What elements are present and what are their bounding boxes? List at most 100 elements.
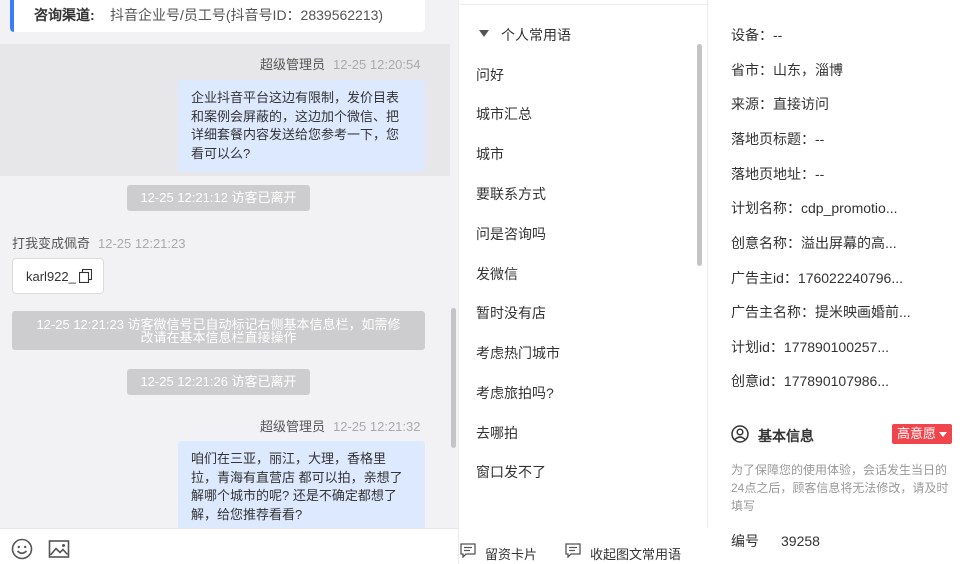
phrase-item[interactable]: 窗口发不了 bbox=[476, 462, 546, 482]
message-line: 和案例会屏蔽的，这边加个微信、把 bbox=[191, 108, 400, 124]
intent-tag-dropdown[interactable]: 高意愿 bbox=[892, 424, 953, 444]
info-value: 176022240796... bbox=[797, 270, 904, 286]
common-phrases-panel: 个人常用语 问好 城市汇总 城市 要联系方式 问是咨询吗 发微信 暂时没有店 考… bbox=[458, 0, 709, 564]
info-row-landing-url: 落地页地址：-- bbox=[731, 164, 824, 184]
chat-message-list[interactable]: 咨询渠道: 抖音企业号/员工号(抖音号ID：2839562213) 超级管理员 1… bbox=[0, 0, 458, 528]
system-notice-left: 12-25 12:21:26 访客已离开 bbox=[127, 369, 310, 395]
message-line: 详细套餐内容发送给您参考一下，您 bbox=[191, 127, 400, 142]
info-key: 广告主id： bbox=[731, 270, 798, 286]
phrase-item[interactable]: 城市 bbox=[476, 144, 504, 164]
visitor-time: 12-25 12:21:23 bbox=[98, 236, 186, 251]
phrase-item[interactable]: 去哪拍 bbox=[476, 423, 518, 443]
info-value: -- bbox=[815, 131, 825, 147]
info-key: 计划id： bbox=[731, 339, 784, 355]
phrases-scrollbar[interactable] bbox=[697, 44, 702, 266]
caret-down-icon bbox=[939, 432, 948, 437]
info-key: 创意名称： bbox=[731, 235, 801, 251]
info-row-advertiser-name: 广告主名称：提米映画婚前... bbox=[731, 302, 911, 322]
message-sender: 超级管理员 bbox=[260, 57, 326, 72]
customer-id-label: 编号 bbox=[731, 533, 759, 549]
visitor-info-panel: 设备：-- 省市：山东，淄博 来源：直接访问 落地页标题：-- 落地页地址：--… bbox=[709, 0, 974, 564]
info-key: 落地页地址： bbox=[731, 166, 815, 182]
message-meta: 超级管理员 12-25 12:20:54 bbox=[260, 54, 420, 73]
visitor-meta: 打我变成佩奇 12-25 12:21:23 bbox=[12, 233, 185, 252]
intent-tag-label: 高意愿 bbox=[897, 426, 937, 441]
info-key: 省市： bbox=[731, 62, 773, 78]
phrase-item[interactable]: 问是咨询吗 bbox=[476, 224, 546, 244]
message-time: 12-25 12:20:54 bbox=[333, 57, 421, 72]
composer-toolbar bbox=[0, 528, 458, 564]
info-key: 设备： bbox=[731, 27, 773, 43]
image-icon[interactable] bbox=[47, 537, 71, 561]
channel-value: 抖音企业号/员工号(抖音号ID：2839562213) bbox=[110, 7, 384, 23]
info-row-creative-id: 创意id：177890107986... bbox=[731, 371, 889, 391]
system-notice-left: 12-25 12:21:12 访客已离开 bbox=[127, 185, 310, 211]
message-line: 咱们在三亚，丽江，大理，香格里 bbox=[191, 451, 387, 466]
info-row-device: 设备：-- bbox=[731, 25, 782, 45]
info-value: 山东，淄博 bbox=[773, 62, 843, 78]
chat-panel: 咨询渠道: 抖音企业号/员工号(抖音号ID：2839562213) 超级管理员 1… bbox=[0, 0, 458, 564]
chat-scrollbar[interactable] bbox=[451, 308, 456, 448]
info-row-plan-id: 计划id：177890100257... bbox=[731, 337, 889, 357]
channel-label: 咨询渠道: bbox=[34, 7, 95, 23]
info-value: 177890100257... bbox=[783, 339, 890, 355]
info-row-landing-title: 落地页标题：-- bbox=[731, 129, 824, 149]
info-row-source: 来源：直接访问 bbox=[731, 94, 829, 114]
message-icon bbox=[565, 543, 581, 558]
info-key: 来源： bbox=[731, 96, 773, 112]
user-icon bbox=[731, 425, 749, 443]
info-value: 提米映画婚前... bbox=[815, 304, 911, 320]
basic-info-title: 基本信息 bbox=[758, 428, 814, 444]
phrase-item[interactable]: 考虑旅拍吗? bbox=[476, 383, 554, 403]
phrase-item[interactable]: 问好 bbox=[476, 65, 504, 85]
phrase-item[interactable]: 暂时没有店 bbox=[476, 303, 546, 323]
info-value: 177890107986... bbox=[783, 373, 890, 389]
info-row-advertiser-id: 广告主id：176022240796... bbox=[731, 268, 903, 288]
phrase-item[interactable]: 要联系方式 bbox=[476, 184, 546, 204]
caret-down-icon bbox=[479, 30, 489, 37]
message-meta: 超级管理员 12-25 12:21:32 bbox=[260, 416, 420, 435]
emoji-icon[interactable] bbox=[10, 537, 34, 561]
system-notice-auto-tag: 12-25 12:21:23 访客微信号已自动标记右侧基本信息栏，如需修 改请在… bbox=[12, 311, 425, 350]
info-key: 计划名称： bbox=[731, 200, 801, 216]
info-key: 落地页标题： bbox=[731, 131, 815, 147]
collapse-phrases-label: 收起图文常用语 bbox=[590, 547, 682, 562]
phrase-item[interactable]: 发微信 bbox=[476, 264, 518, 284]
divider bbox=[459, 4, 709, 5]
info-row-creative-name: 创意名称：溢出屏幕的高... bbox=[731, 233, 897, 253]
system-notice-line: 改请在基本信息栏直接操作 bbox=[140, 330, 297, 345]
message-line: 看可以么? bbox=[191, 145, 251, 161]
message-line: 解哪个城市的呢? 还是不确定都想了 bbox=[191, 488, 397, 503]
channel-card: 咨询渠道: 抖音企业号/员工号(抖音号ID：2839562213) bbox=[10, 0, 425, 32]
info-value: -- bbox=[815, 166, 825, 182]
agent-message-bubble: 咱们在三亚，丽江，大理，香格里 拉，青海有直营店 都可以拍，亲想了 解哪个城市的… bbox=[178, 441, 425, 528]
info-value: cdp_promotio... bbox=[801, 200, 898, 216]
visitor-name: 打我变成佩奇 bbox=[12, 236, 91, 251]
visitor-wechat-id: karl922_ bbox=[26, 269, 76, 284]
info-key: 广告主名称： bbox=[731, 304, 815, 320]
message-line: 拉，青海有直营店 都可以拍，亲想了 bbox=[191, 469, 403, 485]
message-line: 企业抖音平台这边有限制，发价目表 bbox=[191, 90, 400, 105]
message-sender: 超级管理员 bbox=[260, 419, 326, 434]
info-key: 创意id： bbox=[731, 373, 784, 389]
message-time: 12-25 12:21:32 bbox=[333, 419, 421, 434]
app-window: 咨询渠道: 抖音企业号/员工号(抖音号ID：2839562213) 超级管理员 1… bbox=[0, 0, 974, 564]
phrase-item[interactable]: 考虑热门城市 bbox=[476, 343, 560, 363]
lead-card-label: 留资卡片 bbox=[485, 547, 538, 562]
info-value: -- bbox=[773, 27, 783, 43]
phrase-item[interactable]: 城市汇总 bbox=[476, 104, 532, 124]
phrases-footer: 留资卡片 收起图文常用语 bbox=[459, 528, 709, 564]
visitor-wechat-chip[interactable]: karl922_ bbox=[12, 258, 104, 294]
message-line: 解，给您推荐看看? bbox=[191, 506, 303, 522]
customer-id-row: 编号 39258 bbox=[731, 531, 820, 551]
info-row-region: 省市：山东，淄博 bbox=[731, 60, 843, 80]
info-value: 溢出屏幕的高... bbox=[801, 235, 897, 251]
edit-notice: 为了保障您的使用体验，会话发生当日的24点之后，顾客信息将无法修改，请及时填写 bbox=[731, 463, 949, 513]
phrase-group-title: 个人常用语 bbox=[501, 27, 571, 43]
copy-icon[interactable] bbox=[79, 269, 92, 283]
info-row-plan-name: 计划名称：cdp_promotio... bbox=[731, 198, 898, 218]
info-value: 直接访问 bbox=[773, 96, 829, 112]
agent-message-bubble: 企业抖音平台这边有限制，发价目表 和案例会屏蔽的，这边加个微信、把 详细套餐内容… bbox=[178, 80, 425, 172]
card-icon bbox=[460, 543, 476, 558]
customer-id-value: 39258 bbox=[781, 533, 820, 549]
